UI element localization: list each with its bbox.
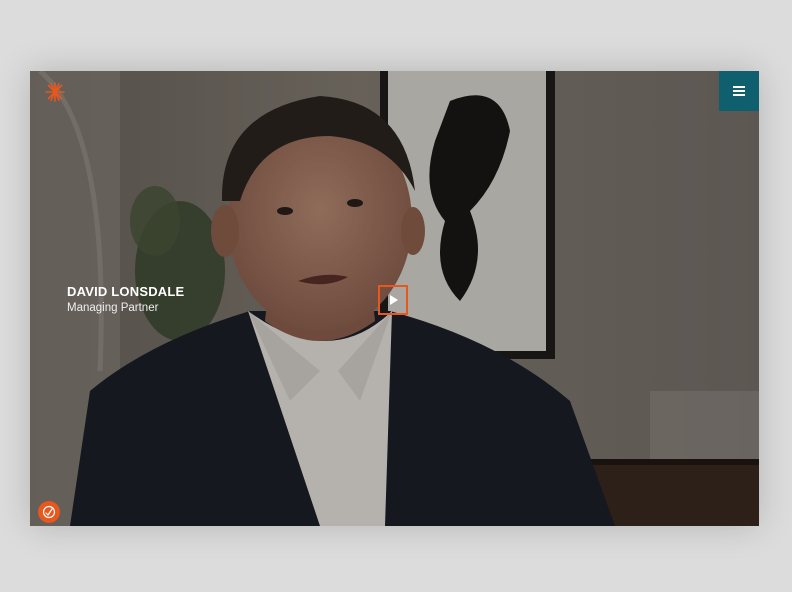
speaker-caption: DAVID LONSDALE Managing Partner <box>67 284 184 314</box>
speaker-title: Managing Partner <box>67 302 159 314</box>
hamburger-menu-icon <box>733 86 745 96</box>
speaker-name: DAVID LONSDALE <box>67 284 185 299</box>
play-icon <box>390 295 398 305</box>
menu-button[interactable] <box>719 71 759 111</box>
circular-badge-button[interactable] <box>38 501 60 523</box>
play-button[interactable] <box>378 285 408 315</box>
asterisk-logo-icon[interactable] <box>44 81 66 103</box>
circular-badge-icon <box>42 505 56 519</box>
video-hero[interactable]: DAVID LONSDALE Managing Partner <box>30 71 759 526</box>
